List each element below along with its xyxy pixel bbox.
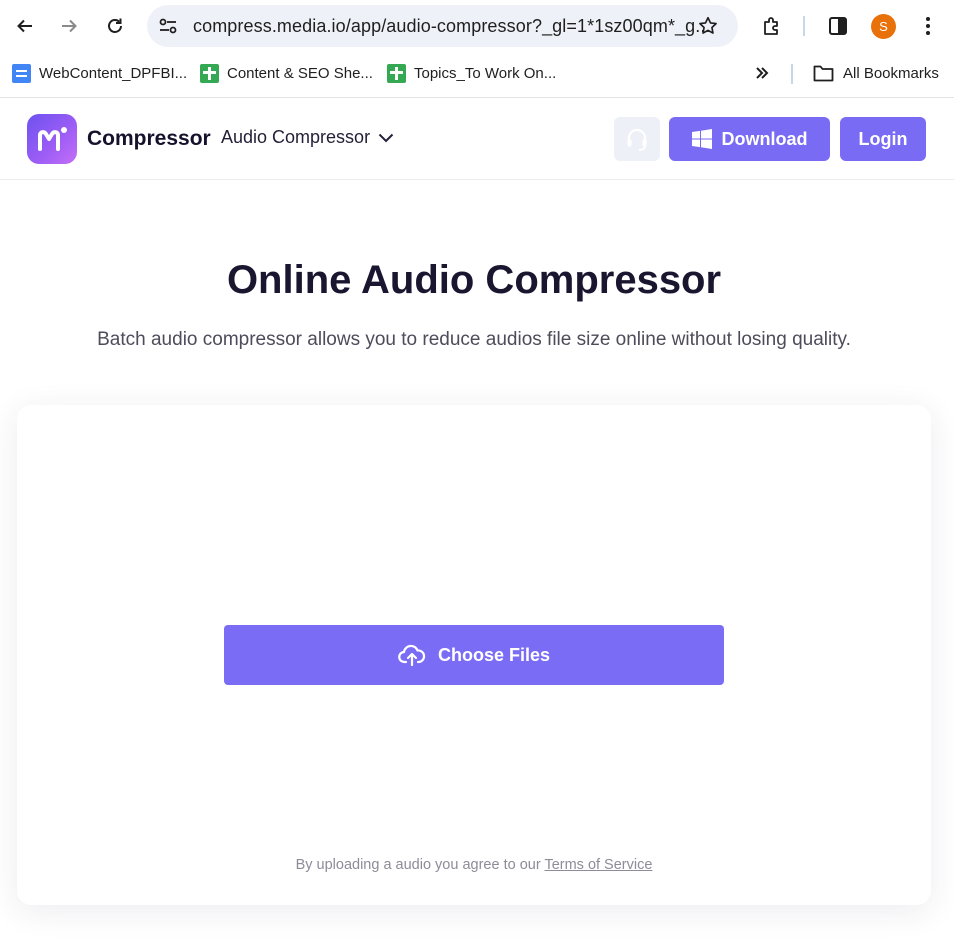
upload-agreement: By uploading a audio you agree to our Te…	[17, 857, 931, 873]
docs-icon	[12, 63, 31, 83]
download-button[interactable]: Download	[669, 117, 830, 161]
profile-avatar[interactable]: S	[871, 14, 896, 39]
brand-name[interactable]: Compressor	[87, 127, 211, 151]
upload-card: Choose Files By uploading a audio you ag…	[17, 405, 931, 905]
extensions-icon[interactable]	[756, 10, 788, 42]
login-button[interactable]: Login	[840, 117, 926, 161]
terms-of-service-link[interactable]: Terms of Service	[544, 857, 652, 873]
bookmark-label: Content & SEO She...	[227, 64, 373, 82]
windows-icon	[691, 129, 712, 149]
agreement-text: By uploading a audio you agree to our	[295, 857, 541, 873]
toolbar-divider	[803, 16, 805, 36]
more-menu-icon[interactable]	[912, 10, 944, 42]
page-subtitle: Batch audio compressor allows you to red…	[97, 329, 851, 350]
choose-files-button[interactable]: Choose Files	[224, 625, 724, 685]
bookmark-item[interactable]: WebContent_DPFBI...	[12, 62, 187, 84]
bookmark-label: Topics_To Work On...	[414, 64, 557, 82]
choose-files-label: Choose Files	[437, 644, 551, 665]
bookmark-star-icon[interactable]	[697, 15, 719, 37]
media-io-logo[interactable]	[27, 114, 77, 164]
site-settings-icon[interactable]	[158, 16, 178, 36]
bookmark-item[interactable]: Content & SEO She...	[200, 62, 373, 84]
bookmark-item[interactable]: Topics_To Work On...	[387, 62, 556, 84]
all-bookmarks-label: All Bookmarks	[843, 64, 939, 82]
bookmark-label: WebContent_DPFBI...	[39, 64, 188, 82]
support-button[interactable]	[614, 117, 660, 161]
address-bar[interactable]: compress.media.io/app/audio-compressor?_…	[147, 5, 738, 47]
reload-icon[interactable]	[99, 10, 131, 42]
product-menu-dropdown[interactable]: Audio Compressor	[221, 127, 394, 148]
forward-icon[interactable]	[53, 10, 85, 42]
cloud-upload-icon	[398, 644, 426, 667]
bookmarks-overflow-icon[interactable]	[754, 62, 770, 84]
all-bookmarks-button[interactable]: All Bookmarks	[813, 62, 939, 84]
product-menu-label: Audio Compressor	[221, 127, 371, 147]
headset-icon	[627, 128, 647, 151]
chevron-down-icon	[378, 133, 394, 142]
bookmarks-bar: WebContent_DPFBI... Content & SEO She...…	[0, 52, 954, 98]
download-label: Download	[721, 128, 808, 149]
url-text[interactable]: compress.media.io/app/audio-compressor?_…	[193, 16, 711, 37]
sheets-icon	[200, 63, 219, 83]
back-icon[interactable]	[9, 10, 41, 42]
page-title: Online Audio Compressor	[226, 258, 722, 302]
site-header: Compressor Audio Compressor Download Log…	[0, 99, 954, 180]
sheets-icon	[387, 63, 406, 83]
browser-toolbar: compress.media.io/app/audio-compressor?_…	[0, 0, 954, 52]
folder-icon	[813, 65, 834, 82]
side-panel-icon[interactable]	[822, 10, 854, 42]
bookmarks-divider	[791, 64, 793, 84]
